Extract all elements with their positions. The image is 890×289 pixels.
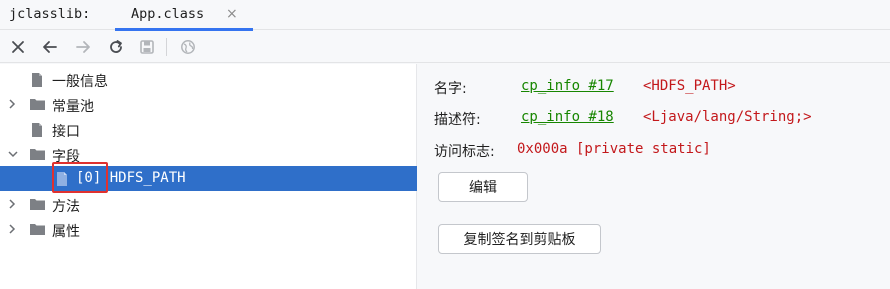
annotation-highlight-box	[52, 162, 108, 193]
tab-app-class[interactable]: App.class ×	[115, 0, 253, 31]
back-arrow-icon[interactable]	[40, 37, 60, 57]
tree-item-attributes[interactable]: 属性	[0, 217, 417, 242]
tree-item-label: 属性	[52, 224, 80, 240]
toolbar-separator	[166, 38, 167, 56]
refresh-icon[interactable]	[106, 37, 126, 57]
tree-item-label: 常量池	[52, 99, 94, 115]
folder-icon	[29, 147, 45, 161]
file-icon	[30, 122, 46, 137]
descriptor-label: 描述符:	[434, 112, 481, 128]
chevron-down-icon[interactable]	[6, 147, 18, 161]
tree-item-label: 接口	[52, 124, 80, 140]
folder-icon	[29, 222, 45, 236]
tree-item-label: 方法	[52, 199, 80, 215]
toolbar	[0, 31, 890, 63]
folder-icon	[29, 197, 45, 211]
access-flags-value: 0x000a [private static]	[517, 141, 711, 157]
copy-signature-button[interactable]: 复制签名到剪贴板	[438, 224, 601, 254]
tree-item-general-info[interactable]: 一般信息	[0, 67, 417, 92]
name-value: <HDFS_PATH>	[643, 78, 736, 94]
chevron-right-icon[interactable]	[7, 197, 19, 211]
tab-label: App.class	[131, 6, 205, 22]
edit-button[interactable]: 编辑	[438, 172, 528, 202]
access-flags-label: 访问标志:	[434, 144, 495, 160]
tree-item-methods[interactable]: 方法	[0, 192, 417, 217]
descriptor-value: <Ljava/lang/String;>	[643, 109, 812, 125]
close-icon[interactable]	[8, 37, 28, 57]
tree-item-constant-pool[interactable]: 常量池	[0, 92, 417, 117]
chevron-right-icon[interactable]	[7, 222, 19, 236]
globe-icon[interactable]	[178, 37, 198, 57]
tab-close-icon[interactable]: ×	[226, 6, 238, 22]
forward-arrow-icon[interactable]	[73, 37, 93, 57]
chevron-right-icon[interactable]	[7, 97, 19, 111]
tree-item-label: 一般信息	[52, 74, 108, 90]
name-cp-info-link[interactable]: cp_info #17	[521, 78, 614, 94]
file-icon	[30, 72, 46, 87]
tab-bar: jclasslib: App.class ×	[0, 0, 890, 31]
name-label: 名字:	[434, 81, 467, 97]
descriptor-cp-info-link[interactable]: cp_info #18	[521, 109, 614, 125]
field-detail-panel: 名字: cp_info #17 <HDFS_PATH> 描述符: cp_info…	[418, 64, 890, 289]
save-icon[interactable]	[137, 37, 157, 57]
folder-icon	[29, 97, 45, 111]
tree-item-interfaces[interactable]: 接口	[0, 117, 417, 142]
tool-name: jclasslib:	[9, 6, 91, 22]
